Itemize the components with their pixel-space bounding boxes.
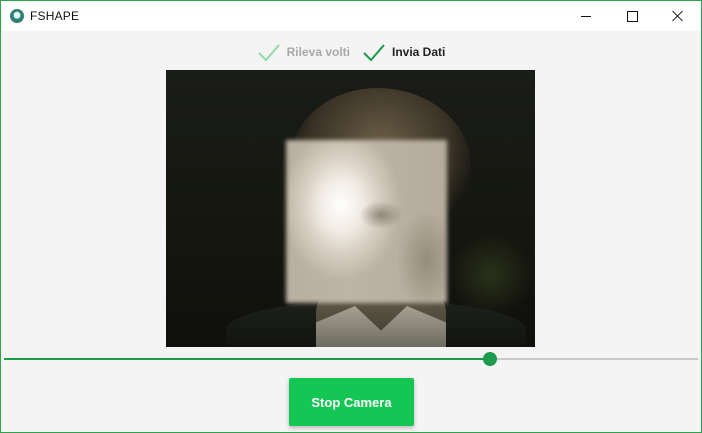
- app-logo-icon: [10, 9, 24, 23]
- title-bar[interactable]: FSHAPE: [1, 1, 701, 31]
- close-button[interactable]: [655, 1, 701, 31]
- stop-camera-button[interactable]: Stop Camera: [289, 378, 414, 426]
- maximize-button[interactable]: [609, 1, 655, 31]
- slider-thumb[interactable]: [482, 352, 497, 366]
- step-rileva-volti: Rileva volti: [257, 42, 350, 62]
- blurred-face-shading: [286, 140, 447, 303]
- close-icon: [672, 10, 684, 22]
- app-window: FSHAPE Rileva volti Invia Dati Stop Came…: [0, 0, 702, 433]
- window-title: FSHAPE: [30, 9, 80, 23]
- minimize-icon: [581, 15, 591, 17]
- progress-slider[interactable]: [4, 352, 698, 366]
- step-invia-dati: Invia Dati: [362, 42, 445, 62]
- checkmark-icon: [363, 44, 385, 62]
- camera-preview: [166, 70, 535, 347]
- minimize-button[interactable]: [563, 1, 609, 31]
- maximize-icon: [626, 10, 638, 22]
- window-controls: [563, 1, 701, 31]
- step-label: Invia Dati: [392, 45, 446, 59]
- progress-steps: Rileva volti Invia Dati: [1, 39, 701, 65]
- step-label: Rileva volti: [286, 45, 350, 59]
- slider-fill: [4, 358, 490, 360]
- checkmark-icon: [257, 44, 280, 62]
